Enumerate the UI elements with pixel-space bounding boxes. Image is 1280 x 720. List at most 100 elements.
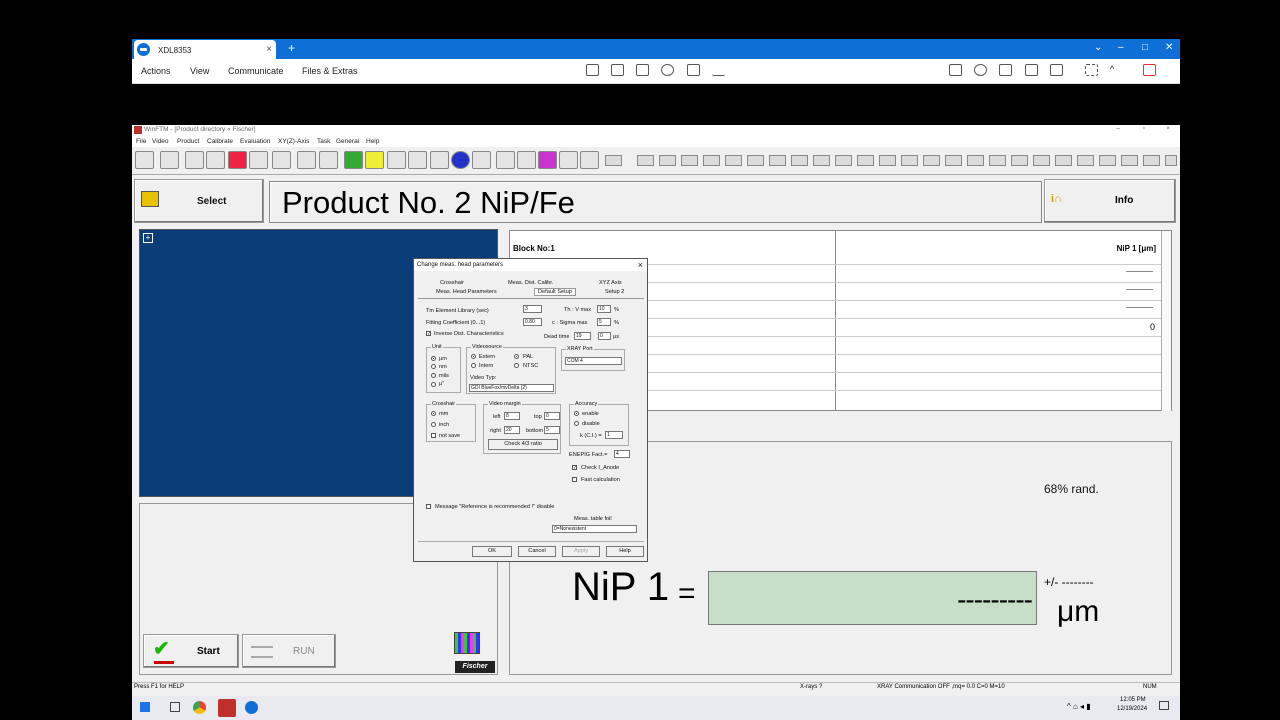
file-transfer-icon[interactable] — [636, 64, 649, 76]
notification-icon[interactable] — [1159, 701, 1169, 710]
disconnect-icon[interactable] — [1143, 64, 1156, 76]
tab-meas-head[interactable]: Meas. Head Parameters — [436, 289, 497, 295]
fit-input[interactable]: 0.80 — [523, 318, 542, 326]
check-ianode-checkbox[interactable]: ✓ — [572, 465, 577, 471]
ntsc-radio[interactable] — [514, 363, 519, 368]
menu-actions[interactable]: Actions — [141, 66, 171, 76]
zoom-icon[interactable] — [135, 151, 154, 169]
camera-icon[interactable] — [1050, 64, 1063, 76]
fkey-icon[interactable] — [605, 155, 622, 166]
app-minimize-icon[interactable]: – — [1116, 125, 1120, 132]
scatter-icon[interactable] — [387, 151, 406, 169]
tm-input[interactable]: 3 — [523, 305, 542, 313]
menu-view[interactable]: View — [190, 66, 209, 76]
minimize-icon[interactable]: – — [1118, 42, 1124, 53]
tray-icons[interactable]: ^ ⌂ ◂ ▮ — [1067, 702, 1091, 711]
fkey-icon[interactable] — [1143, 155, 1160, 166]
fkey-icon[interactable] — [1099, 155, 1116, 166]
grid-icon[interactable] — [472, 151, 491, 169]
accuracy-disable-radio[interactable] — [574, 421, 579, 426]
unit-nm-radio[interactable] — [431, 364, 436, 369]
chrome-icon[interactable] — [193, 701, 206, 714]
chat-icon[interactable] — [974, 64, 987, 76]
fast-calc-checkbox[interactable] — [572, 477, 577, 482]
meas-table-select[interactable]: 0=Nonexistent — [552, 525, 637, 533]
menu-product[interactable]: Product — [177, 138, 199, 145]
spectrum-icon[interactable] — [206, 151, 225, 169]
ok-button[interactable]: OK — [472, 546, 512, 557]
pal-radio[interactable] — [514, 354, 519, 359]
run-button[interactable]: RUN — [242, 634, 336, 668]
file-explorer-icon[interactable] — [170, 702, 180, 712]
ball-icon[interactable] — [451, 151, 470, 169]
accuracy-enable-radio[interactable] — [574, 411, 579, 416]
fkey-icon[interactable] — [923, 155, 940, 166]
remote-taskbar-icon[interactable] — [245, 701, 258, 714]
dead-time-input2[interactable]: 0 — [598, 332, 611, 340]
tab-xyz-axis[interactable]: XYZ Axis — [599, 280, 622, 286]
kci-input[interactable]: 1 — [605, 431, 623, 439]
app-close-icon[interactable]: × — [1166, 125, 1170, 132]
unit-uinch-radio[interactable] — [431, 382, 436, 387]
close-window-icon[interactable]: ✕ — [1165, 42, 1173, 53]
fkey-icon[interactable] — [1011, 155, 1028, 166]
folder-icon[interactable] — [365, 151, 384, 169]
session-tab[interactable]: XDL8353 × — [134, 40, 276, 59]
print-icon[interactable] — [297, 151, 316, 169]
keyboard-icon[interactable] — [611, 64, 624, 76]
apply-button[interactable]: Apply — [562, 546, 600, 557]
maximize-icon[interactable]: □ — [1142, 42, 1148, 53]
menu-video[interactable]: Video — [152, 138, 169, 145]
dead-time-input1[interactable]: 19 — [574, 332, 591, 340]
clipboard-icon[interactable] — [586, 64, 599, 76]
fkey-icon[interactable] — [945, 155, 962, 166]
cancel-button[interactable]: Cancel — [518, 546, 556, 557]
calc-icon[interactable] — [319, 151, 338, 169]
fkey-icon[interactable] — [769, 155, 786, 166]
notes-icon[interactable] — [1025, 64, 1038, 76]
menu-general[interactable]: General — [336, 138, 359, 145]
fkey-icon[interactable] — [879, 155, 896, 166]
collapse-icon[interactable]: ^ — [1110, 64, 1123, 76]
fkey-icon[interactable] — [835, 155, 852, 166]
crosshair-mm-radio[interactable] — [431, 411, 436, 416]
tab-meas-dist[interactable]: Meas. Dist. Calibr. — [508, 280, 553, 286]
tab-default-setup[interactable]: Default Setup — [534, 288, 576, 296]
menu-evaluation[interactable]: Evaluation — [240, 138, 270, 145]
winftm-taskbar-icon[interactable] — [218, 699, 236, 717]
fkey-icon[interactable] — [989, 155, 1006, 166]
unit-um-radio[interactable] — [431, 356, 436, 361]
video-typ-select[interactable]: GDI BlueFox/mvDelta (2) — [469, 384, 554, 392]
sigma-input[interactable]: 5 — [597, 318, 611, 326]
head-icon[interactable] — [249, 151, 268, 169]
tab-setup-2[interactable]: Setup 2 — [605, 289, 624, 295]
vm-left-input[interactable]: 8 — [504, 412, 520, 420]
bars-icon[interactable] — [538, 151, 557, 169]
lock-icon[interactable] — [949, 64, 962, 76]
pen-icon[interactable] — [185, 151, 204, 169]
extern-radio[interactable] — [471, 354, 476, 359]
table-scrollbar[interactable] — [1161, 231, 1171, 411]
fkey-icon[interactable] — [967, 155, 984, 166]
help-cursor-icon[interactable] — [580, 151, 599, 169]
fkey-icon[interactable] — [1055, 155, 1072, 166]
start-button[interactable]: ✔ Start — [143, 634, 239, 668]
tab-crosshair[interactable]: Crosshair — [440, 280, 464, 286]
close-icon[interactable]: × — [638, 260, 643, 270]
fkey-icon[interactable] — [637, 155, 654, 166]
call-icon[interactable] — [999, 64, 1012, 76]
unit-mils-radio[interactable] — [431, 373, 436, 378]
crosshair-inch-radio[interactable] — [431, 422, 436, 427]
expand-video-icon[interactable]: + — [143, 233, 153, 243]
menu-help[interactable]: Help — [366, 138, 379, 145]
vm-top-input[interactable]: 0 — [544, 412, 560, 420]
fkey-icon[interactable] — [1121, 155, 1138, 166]
fkey-icon[interactable] — [747, 155, 764, 166]
menu-communicate[interactable]: Communicate — [228, 66, 284, 76]
enepig-input[interactable]: 4 — [614, 450, 630, 458]
fkey-icon[interactable] — [659, 155, 676, 166]
binoculars-icon[interactable] — [496, 151, 515, 169]
chart-icon[interactable] — [344, 151, 363, 169]
fkey-icon[interactable] — [1165, 155, 1177, 166]
xray-port-select[interactable]: COM 4 — [565, 357, 622, 365]
